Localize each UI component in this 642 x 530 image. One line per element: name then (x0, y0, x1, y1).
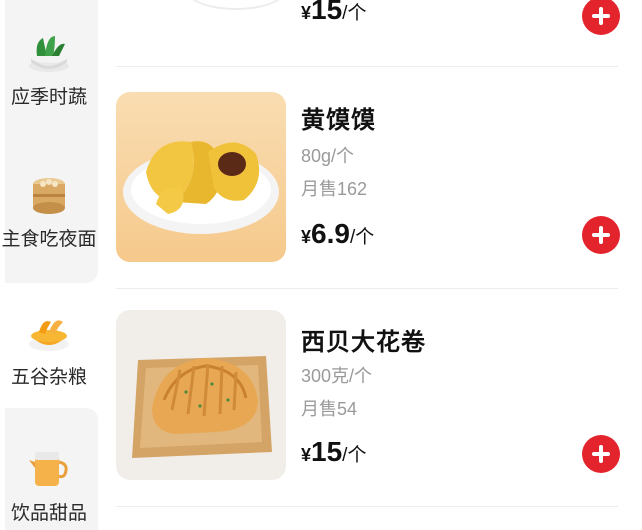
drink-jug-icon (29, 452, 68, 486)
product-price: ¥15/个 (301, 0, 367, 25)
add-to-cart-button[interactable] (582, 435, 620, 473)
sidebar-item-seasonal-vegetables[interactable]: 应季时蔬 (0, 28, 98, 109)
product-price: ¥15/个 (301, 436, 367, 467)
divider (116, 66, 618, 67)
add-to-cart-button[interactable] (582, 216, 620, 254)
product-list: ¥15/个 黄馍馍 80g/个 月售162 ¥6.9/个 西贝大花卷 300克/… (98, 0, 642, 530)
grain-bowl-icon (29, 320, 69, 351)
product-price: ¥6.9/个 (301, 218, 375, 249)
product-image[interactable] (116, 92, 286, 262)
category-sidebar: 应季时蔬 主食吃夜面 五谷杂粮 饮品甜品 (0, 0, 98, 530)
partial-product-image (186, 0, 286, 10)
sidebar-item-drinks-desserts[interactable]: 饮品甜品 (0, 444, 98, 525)
divider (116, 288, 618, 289)
product-monthly-sales: 月售54 (301, 399, 358, 419)
divider (116, 506, 618, 507)
sidebar-item-staple-food[interactable]: 主食吃夜面 (0, 170, 98, 251)
product-spec: 80g/个 (301, 146, 355, 166)
sidebar-item-label: 主食吃夜面 (1, 229, 97, 250)
yellow-steamed-bun-image (116, 92, 286, 262)
sidebar-item-label: 应季时蔬 (10, 87, 87, 108)
product-image[interactable] (116, 310, 286, 480)
vegetable-bowl-icon (29, 36, 69, 72)
sidebar-item-grains[interactable]: 五谷杂粮 (0, 308, 98, 389)
add-to-cart-button[interactable] (582, 0, 620, 35)
steamed-bun-basket-icon (33, 178, 65, 214)
sidebar-item-label: 饮品甜品 (10, 503, 87, 524)
product-name[interactable]: 西贝大花卷 (301, 322, 426, 357)
sidebar-item-label: 五谷杂粮 (10, 367, 87, 388)
product-spec: 300克/个 (301, 366, 373, 386)
flower-roll-bread-image (116, 310, 286, 480)
product-name[interactable]: 黄馍馍 (301, 100, 376, 135)
product-monthly-sales: 月售162 (301, 179, 368, 199)
